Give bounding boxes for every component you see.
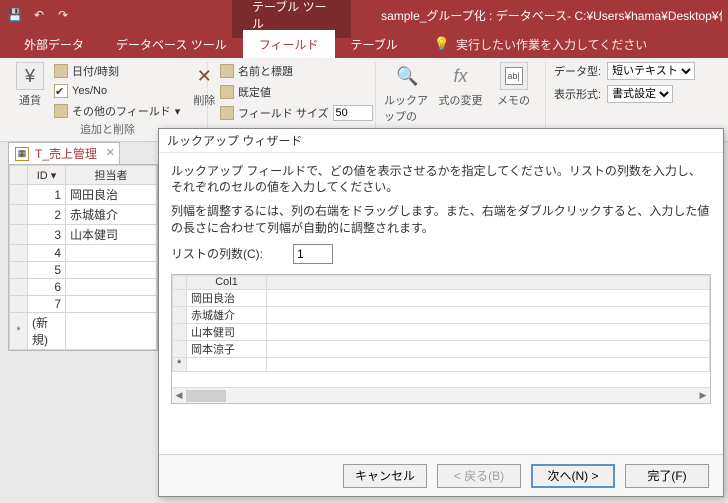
grid-cell[interactable]: 岡田良治 <box>187 289 267 306</box>
wizard-grid[interactable]: Col1 岡田良治 赤城雄介 山本健司 岡本涼子 * ◀ ▶ <box>171 274 711 404</box>
wizard-instruction-1: ルックアップ フィールドで、どの値を表示させるかを指定してください。リストの列数… <box>171 163 711 195</box>
group-properties: 名前と標題 既定値 フィールド サイズ <box>208 62 376 137</box>
lookup-button[interactable]: 🔍 ルックアップの <box>384 62 431 124</box>
datatype-label: データ型: <box>554 63 601 79</box>
format-label: 表示形式: <box>554 86 601 102</box>
new-row-marker: * <box>10 313 28 350</box>
format-combo[interactable]: 書式設定 <box>607 85 673 103</box>
grid-cell[interactable]: 赤城雄介 <box>187 306 267 323</box>
more-fields-button[interactable]: その他のフィールド ▾ <box>50 102 184 120</box>
tag-icon <box>220 64 234 78</box>
lookup-wizard-dialog: ルックアップ ウィザード ルックアップ フィールドで、どの値を表示させるかを指定… <box>158 128 724 497</box>
name-caption-button[interactable]: 名前と標題 <box>216 62 377 80</box>
size-icon <box>220 106 234 120</box>
bulb-icon: 💡 <box>434 36 450 52</box>
scroll-thumb[interactable] <box>186 390 226 402</box>
grid-cell[interactable]: 岡本涼子 <box>187 340 267 357</box>
grid-scrollbar-h[interactable]: ◀ ▶ <box>172 387 710 403</box>
default-value-button[interactable]: 既定値 <box>216 83 377 101</box>
memo-button[interactable]: ab| メモの <box>490 62 537 108</box>
datasheet-tab-label: T_売上管理 <box>35 145 97 162</box>
close-icon[interactable]: ✕ <box>106 146 115 159</box>
tab-external-data[interactable]: 外部データ <box>8 30 100 58</box>
column-count-label: リストの列数(C): <box>171 245 263 262</box>
ribbon-tabs: 外部データ データベース ツール フィールド テーブル 💡 実行したい作業を入力… <box>0 30 728 58</box>
wizard-title: ルックアップ ウィザード <box>159 129 723 153</box>
fx-icon: fx <box>447 62 475 90</box>
grid-cell[interactable] <box>187 357 267 371</box>
checkbox-icon: ✔ <box>54 84 68 98</box>
tab-fields[interactable]: フィールド <box>243 30 335 58</box>
datasheet-tab[interactable]: ▦ T_売上管理 ✕ <box>8 142 120 164</box>
tab-database-tools[interactable]: データベース ツール <box>100 30 243 58</box>
col-id[interactable]: ID ▾ <box>28 166 66 185</box>
currency-icon: ¥ <box>16 62 44 90</box>
datatype-combo[interactable]: 短いテキスト <box>607 62 695 80</box>
quick-access-toolbar: 💾 ↶ ↷ <box>6 6 72 24</box>
finish-button[interactable]: 完了(F) <box>625 464 709 488</box>
scroll-left-icon[interactable]: ◀ <box>172 388 186 404</box>
grid-new-marker: * <box>173 357 187 371</box>
field-size-input[interactable] <box>333 105 373 121</box>
scroll-right-icon[interactable]: ▶ <box>696 388 710 404</box>
titlebar: 💾 ↶ ↷ テーブル ツール sample_グループ化 : データベース- C:… <box>0 0 728 30</box>
field-size-row: フィールド サイズ <box>216 104 377 122</box>
column-count-input[interactable] <box>293 244 333 264</box>
dropdown-icon[interactable]: ▾ <box>51 170 57 182</box>
wizard-footer: キャンセル < 戻る(B) 次へ(N) > 完了(F) <box>159 454 723 496</box>
wizard-instruction-2: 列幅を調整するには、列の右端をドラッグします。また、右端をダブルクリックすると、… <box>171 203 711 235</box>
tell-me-search[interactable]: 💡 実行したい作業を入力してください <box>434 30 647 58</box>
undo-icon[interactable]: ↶ <box>30 6 48 24</box>
dropdown-icon: ▾ <box>175 105 181 118</box>
datasheet[interactable]: ID ▾ 担当者 1岡田良治 2赤城雄介 3山本健司 4 5 6 7 *(新規) <box>8 164 158 351</box>
save-icon[interactable]: 💾 <box>6 6 24 24</box>
default-icon <box>220 85 234 99</box>
group-formatting: データ型: 短いテキスト 表示形式: 書式設定 <box>546 62 720 137</box>
group-add-delete: ¥ 通貨 日付/時刻 ✔Yes/No その他のフィールド ▾ ✕ 削除 追加と削… <box>8 62 208 137</box>
tell-me-placeholder: 実行したい作業を入力してください <box>456 36 647 53</box>
table-icon: ▦ <box>15 147 29 161</box>
grid-col-header[interactable]: Col1 <box>187 275 267 289</box>
back-button[interactable]: < 戻る(B) <box>437 464 521 488</box>
cancel-button[interactable]: キャンセル <box>343 464 427 488</box>
calendar-icon <box>54 64 68 78</box>
lookup-icon: 🔍 <box>394 62 422 90</box>
group-lookup: 🔍 ルックアップの fx 式の変更 ab| メモの <box>376 62 546 137</box>
currency-button[interactable]: ¥ 通貨 <box>16 62 44 108</box>
tab-table[interactable]: テーブル <box>335 30 414 58</box>
window-title: sample_グループ化 : データベース- C:¥Users¥hama¥Des… <box>381 7 722 24</box>
memo-icon: ab| <box>500 62 528 90</box>
grid-cell[interactable]: 山本健司 <box>187 323 267 340</box>
redo-icon[interactable]: ↷ <box>54 6 72 24</box>
datetime-button[interactable]: 日付/時刻 <box>50 62 184 80</box>
next-button[interactable]: 次へ(N) > <box>531 464 615 488</box>
col-person[interactable]: 担当者 <box>66 166 157 185</box>
yesno-button[interactable]: ✔Yes/No <box>50 83 184 99</box>
more-icon <box>54 104 68 118</box>
expression-button[interactable]: fx 式の変更 <box>437 62 484 108</box>
ab-icon: ab| <box>505 67 523 85</box>
